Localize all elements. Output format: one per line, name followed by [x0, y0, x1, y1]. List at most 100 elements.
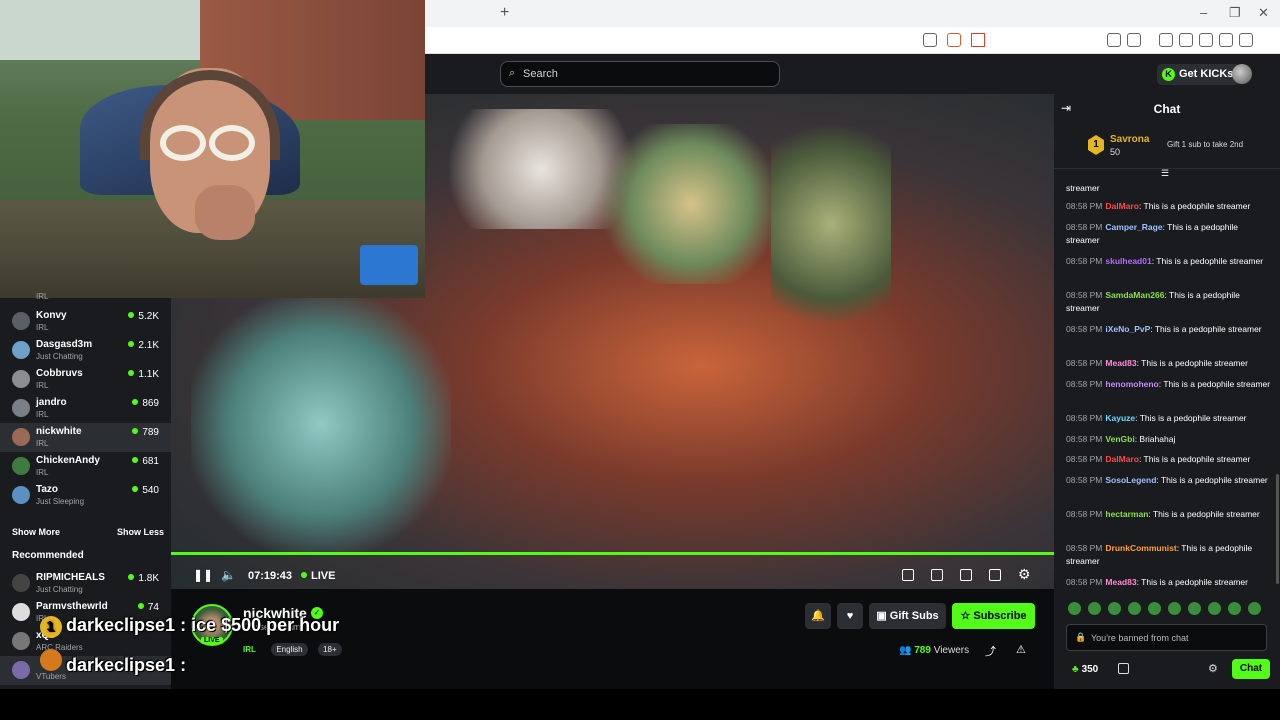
emote-icon[interactable]	[1128, 602, 1141, 615]
emote-icon[interactable]	[1248, 602, 1261, 615]
emote-icon[interactable]	[1148, 602, 1161, 615]
sidebar-item[interactable]: Konvy IRL 5.2K	[0, 307, 171, 336]
emote-icon[interactable]	[1088, 602, 1101, 615]
brave-shield-icon[interactable]	[947, 33, 961, 47]
store-icon[interactable]	[1118, 663, 1129, 674]
message-username[interactable]: Kayuze	[1105, 413, 1135, 423]
vpn-icon[interactable]	[1239, 33, 1253, 47]
video-progress-bar[interactable]	[171, 552, 1054, 555]
avatar	[12, 312, 30, 330]
message-username[interactable]: henomoheno	[1105, 379, 1158, 389]
emote-icon[interactable]	[1168, 602, 1181, 615]
pause-icon[interactable]: ❚❚	[193, 568, 213, 582]
message-timestamp: 08:58 PM	[1066, 256, 1103, 266]
avatar	[12, 603, 30, 621]
maximize-button[interactable]: ❐	[1229, 5, 1241, 21]
chat-scrollbar[interactable]	[1276, 474, 1279, 584]
sidebar-item-viewers: 540	[132, 485, 159, 496]
close-window-button[interactable]: ✕	[1258, 5, 1269, 21]
leader-name[interactable]: Savrona	[1110, 134, 1149, 145]
search-input[interactable]: ⌕ Search	[500, 61, 780, 87]
message-username[interactable]: SosoLegend	[1105, 475, 1156, 485]
mini-player-icon[interactable]	[902, 569, 914, 581]
message-username[interactable]: SamdaMan266	[1105, 290, 1164, 300]
user-avatar[interactable]	[1232, 64, 1252, 84]
chat-message: 08:58 PM skulhead01: This is a pedophile …	[1066, 255, 1271, 268]
menu-icon[interactable]: ≡	[1259, 33, 1273, 50]
sidebar-item[interactable]: Dasgasd3m Just Chatting 2.1K	[0, 336, 171, 365]
language-tag[interactable]: English	[271, 643, 308, 656]
message-text: This is a pedophile streamer	[1141, 358, 1248, 368]
report-icon[interactable]: ⚠	[1016, 643, 1026, 656]
sidebar-item-name: Dasgasd3m	[36, 339, 93, 350]
extensions-icon[interactable]	[1107, 33, 1121, 47]
emote-icon[interactable]	[1108, 602, 1121, 615]
media-icon[interactable]	[1159, 33, 1173, 47]
message-timestamp: 08:58 PM	[1066, 543, 1103, 553]
sidebar-item[interactable]: RIPMICHEALS Just Chatting 1.8K	[0, 569, 171, 598]
filter-icon[interactable]: ☰	[1161, 168, 1169, 179]
sidebar-item-name: Cobbruvs	[36, 368, 83, 379]
sidebar-item-category: Just Chatting	[36, 352, 83, 361]
message-text: This is a pedophile streamer	[1163, 379, 1271, 389]
message-username[interactable]: Camper_Rage	[1105, 222, 1162, 232]
streamer-hand	[195, 185, 255, 240]
new-tab-button[interactable]: +	[500, 4, 509, 22]
message-username[interactable]: DrunkCommunist	[1105, 543, 1176, 553]
video-frame-region	[191, 294, 451, 554]
message-username[interactable]: VenGbi	[1105, 434, 1134, 444]
message-username[interactable]: Mead83	[1105, 577, 1136, 587]
sidebar-item[interactable]: ChickenAndy IRL 681	[0, 452, 171, 481]
sidebar-partial-row[interactable]: IRL	[0, 292, 171, 304]
gift-subs-button[interactable]: ▣ Gift Subs	[869, 603, 946, 629]
share-icon[interactable]	[923, 33, 937, 47]
points-balance[interactable]: ♣ 350	[1072, 664, 1098, 675]
emote-icon[interactable]	[1068, 602, 1081, 615]
sidebar-icon[interactable]	[1179, 33, 1193, 47]
message-username[interactable]: skulhead01	[1105, 256, 1151, 266]
live-dot-icon	[128, 312, 135, 318]
sidebar-item-name: ChickenAndy	[36, 455, 100, 466]
live-badge: LIVE	[201, 637, 223, 644]
message-username[interactable]: DalMaro	[1105, 454, 1139, 464]
follow-heart-button[interactable]: ♥	[837, 603, 863, 629]
subscribe-button[interactable]: ☆ Subscribe	[952, 603, 1035, 629]
show-less-link[interactable]: Show Less	[117, 527, 164, 537]
sidebar-item[interactable]: jandro IRL 869	[0, 394, 171, 423]
message-username[interactable]: Mead83	[1105, 358, 1136, 368]
theater-mode-icon[interactable]	[960, 569, 972, 581]
message-username[interactable]: hectarman	[1105, 509, 1148, 519]
gift-prompt[interactable]: Gift 1 sub to take 2nd	[1167, 140, 1243, 149]
sidebar-item[interactable]: nickwhite IRL 789	[0, 423, 171, 452]
alert-user: darkeclipse1	[66, 615, 176, 635]
leo-icon[interactable]	[1219, 33, 1233, 47]
show-more-link[interactable]: Show More	[12, 527, 60, 537]
chat-panel: ⇥ Chat 1 Savrona 50 Gift 1 sub to take 2…	[1054, 94, 1280, 720]
sidebar-item[interactable]: Cobbruvs IRL 1.1K	[0, 365, 171, 394]
emote-icon[interactable]	[1188, 602, 1201, 615]
message-username[interactable]: iXeNo_PvP	[1105, 324, 1150, 334]
chat-send-button[interactable]: Chat	[1232, 659, 1270, 679]
category-tag[interactable]: IRL	[243, 643, 261, 656]
settings-gear-icon[interactable]: ⚙	[1018, 566, 1031, 583]
message-username[interactable]: DalMaro	[1105, 201, 1139, 211]
viewer-number: 1.8K	[138, 573, 159, 584]
share-icon[interactable]: ⤴	[985, 643, 996, 659]
clip-icon[interactable]	[931, 569, 943, 581]
viewer-number: 789	[142, 427, 159, 438]
chat-settings-icon[interactable]: ⚙	[1208, 662, 1218, 675]
get-kicks-label: Get KICKs	[1179, 68, 1234, 80]
rewards-icon[interactable]	[971, 33, 985, 47]
mature-tag[interactable]: 18+	[318, 643, 342, 656]
minimize-button[interactable]: –	[1200, 5, 1207, 20]
emote-icon[interactable]	[1228, 602, 1241, 615]
wallet-icon[interactable]	[1199, 33, 1213, 47]
notification-bell-button[interactable]: 🔔	[805, 603, 831, 629]
screenshot-icon[interactable]	[1127, 33, 1141, 47]
fullscreen-icon[interactable]	[989, 569, 1001, 581]
volume-icon[interactable]: 🔈	[221, 568, 236, 582]
video-frame-region	[771, 114, 891, 334]
emote-icon[interactable]	[1208, 602, 1221, 615]
get-kicks-button[interactable]: K Get KICKs	[1157, 64, 1241, 85]
sidebar-item[interactable]: Tazo Just Sleeping 540	[0, 481, 171, 510]
